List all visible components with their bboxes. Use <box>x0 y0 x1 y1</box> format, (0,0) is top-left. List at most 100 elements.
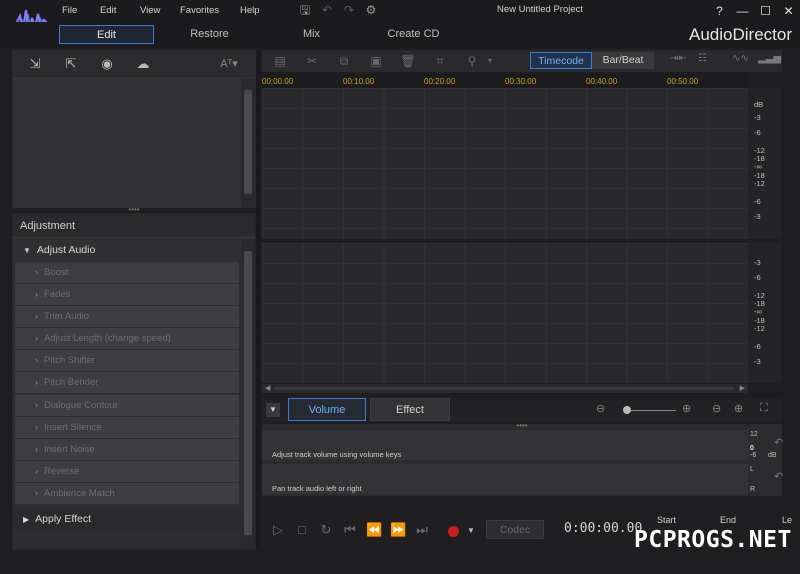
cloud-icon[interactable]: ☁ <box>133 56 153 72</box>
play-icon[interactable]: ▷ <box>270 522 286 538</box>
tab-create-cd[interactable]: Create CD <box>366 25 461 44</box>
volume-scale-label: -6 <box>750 452 757 459</box>
adjustment-scroll-thumb[interactable] <box>244 251 252 535</box>
zoom-in-icon[interactable]: ⊕ <box>682 402 691 415</box>
list-item[interactable]: › Fades <box>15 284 239 306</box>
timeline-tick: 00:10.00 <box>343 77 375 86</box>
settings-gear-icon[interactable]: ⚙ <box>363 2 379 18</box>
vertical-zoom-in-icon[interactable]: ⊕ <box>734 402 743 415</box>
scroll-left-icon[interactable]: ◀ <box>265 384 270 392</box>
list-item[interactable]: › Adjust Length (change speed) <box>15 328 239 350</box>
db-scale-right: -3 -6 -12 -18 -∞ -18 -12 -6 -3 <box>748 243 782 383</box>
panel-splitter[interactable] <box>256 50 260 550</box>
zoom-slider-track[interactable] <box>624 410 676 411</box>
list-item[interactable]: › Pitch Shifter <box>15 350 239 372</box>
reset-pan-icon[interactable]: ↶ <box>774 470 783 483</box>
tab-mix[interactable]: Mix <box>264 25 359 44</box>
volume-track-row[interactable]: Adjust track volume using volume keys <box>262 430 748 460</box>
list-item[interactable]: › Reverse <box>15 460 239 482</box>
close-button[interactable]: ✕ <box>777 0 800 22</box>
new-file-icon[interactable]: ▤ <box>272 53 288 69</box>
record-options-icon[interactable]: ▼ <box>467 526 475 535</box>
adjustment-scrollbar[interactable] <box>241 239 255 549</box>
reset-volume-icon[interactable]: ↶ <box>774 436 783 449</box>
adjust-audio-group[interactable]: ▼ Adjust Audio <box>13 239 241 261</box>
maximize-button[interactable]: ☐ <box>754 0 777 22</box>
delete-icon[interactable]: 🗑 <box>400 53 416 69</box>
triangle-right-icon: ▶ <box>23 515 30 524</box>
db-label: -3 <box>754 357 761 366</box>
media-library-panel: ⇲ ⇱ ◉ ☁ Aᵀ▾ <box>12 50 256 208</box>
list-item[interactable]: › Insert Silence <box>15 416 239 438</box>
help-button[interactable]: ? <box>708 0 731 22</box>
codec-button[interactable]: Codec <box>486 520 544 539</box>
waveform-channel-right[interactable] <box>262 243 748 383</box>
spectrum-view-icon[interactable]: ▂▃▅ <box>758 53 781 64</box>
timeline-scroll-thumb[interactable] <box>274 387 734 390</box>
scroll-right-icon[interactable]: ▶ <box>740 384 745 392</box>
triangle-down-icon: ▼ <box>23 246 31 255</box>
tab-restore[interactable]: Restore <box>162 25 257 44</box>
menu-edit[interactable]: Edit <box>90 0 130 22</box>
loop-icon[interactable]: ↻ <box>318 522 334 538</box>
zoom-out-icon[interactable]: ⊖ <box>596 402 605 415</box>
cd-ripper-icon[interactable]: ◉ <box>97 56 117 72</box>
apply-effect-group[interactable]: ▶ Apply Effect <box>13 508 241 530</box>
timeline-scrollbar[interactable]: ◀ ▶ <box>262 384 748 393</box>
tab-effect[interactable]: Effect <box>370 398 450 421</box>
pan-track-row[interactable]: Pan track audio left or right <box>262 464 748 494</box>
rewind-icon[interactable]: ⏪ <box>366 522 382 538</box>
zoom-slider-knob[interactable] <box>623 406 631 414</box>
vertical-zoom-out-icon[interactable]: ⊖ <box>712 402 721 415</box>
list-item[interactable]: › Trim Audio <box>15 306 239 328</box>
import-media-icon[interactable]: ⇲ <box>25 56 45 72</box>
copy-icon[interactable]: ⧉ <box>336 53 352 69</box>
export-media-icon[interactable]: ⇱ <box>61 56 81 72</box>
marker-icon[interactable]: ⚲ <box>464 53 480 69</box>
timecode-toggle[interactable]: Timecode <box>530 52 592 69</box>
waveform-view-icon[interactable]: ∿∿ <box>732 53 749 64</box>
db-label: -3 <box>754 113 761 122</box>
chevron-right-icon: › <box>35 399 38 410</box>
undo-icon[interactable]: ↶ <box>319 2 335 18</box>
track-resize-grip[interactable]: •••• <box>262 422 782 430</box>
minimize-button[interactable]: — <box>731 0 754 22</box>
list-item[interactable]: › Pitch Bender <box>15 372 239 394</box>
stop-icon[interactable]: □ <box>294 522 310 538</box>
cut-icon[interactable]: ✂ <box>304 53 320 69</box>
menu-help[interactable]: Help <box>230 0 270 22</box>
item-label: Reverse <box>44 465 80 477</box>
media-scroll-thumb[interactable] <box>244 90 252 194</box>
editor-toolbar: ▤ ✂ ⧉ ▣ 🗑 ⌗ ⚲ ▾ Timecode Bar/Beat ⇥⇤ ☷ ∿… <box>262 50 782 72</box>
go-to-end-icon[interactable]: ⏭ <box>414 522 430 538</box>
list-item[interactable]: › Ambience Match <box>15 482 239 504</box>
list-item[interactable]: › Dialogue Contour <box>15 394 239 416</box>
marker-dropdown-icon[interactable]: ▾ <box>482 53 498 69</box>
crop-icon[interactable]: ⌗ <box>432 53 448 69</box>
go-to-start-icon[interactable]: ⏮ <box>342 522 358 538</box>
grid-icon[interactable]: ☷ <box>698 53 707 64</box>
menu-view[interactable]: View <box>130 0 170 22</box>
collapse-toggle-icon[interactable]: ▼ <box>266 403 280 417</box>
list-item[interactable]: › Insert Noise <box>15 438 239 460</box>
list-item[interactable]: › Boost <box>15 262 239 283</box>
save-icon[interactable]: 🖫 <box>297 2 313 18</box>
tab-volume[interactable]: Volume <box>288 398 366 421</box>
barbeat-toggle[interactable]: Bar/Beat <box>592 52 654 69</box>
redo-icon[interactable]: ↷ <box>341 2 357 18</box>
menu-favorites[interactable]: Favorites <box>170 0 230 22</box>
item-label: Pitch Bender <box>44 377 99 389</box>
timeline-ruler[interactable]: 00:00.00 00:10.00 00:20.00 00:30.00 00:4… <box>262 74 748 88</box>
tab-edit[interactable]: Edit <box>59 25 154 44</box>
fast-forward-icon[interactable]: ⏩ <box>390 522 406 538</box>
media-scrollbar[interactable] <box>241 78 255 208</box>
item-label: Ambience Match <box>44 487 115 499</box>
fit-view-icon[interactable]: ⛶ <box>760 402 768 415</box>
font-size-button[interactable]: Aᵀ▾ <box>217 56 241 72</box>
record-button[interactable] <box>448 526 459 537</box>
media-library-area[interactable] <box>13 78 241 208</box>
waveform-channel-left[interactable] <box>262 88 748 239</box>
menu-file[interactable]: File <box>52 0 90 22</box>
snap-icon[interactable]: ⇥⇤ <box>670 53 687 64</box>
paste-icon[interactable]: ▣ <box>368 53 384 69</box>
